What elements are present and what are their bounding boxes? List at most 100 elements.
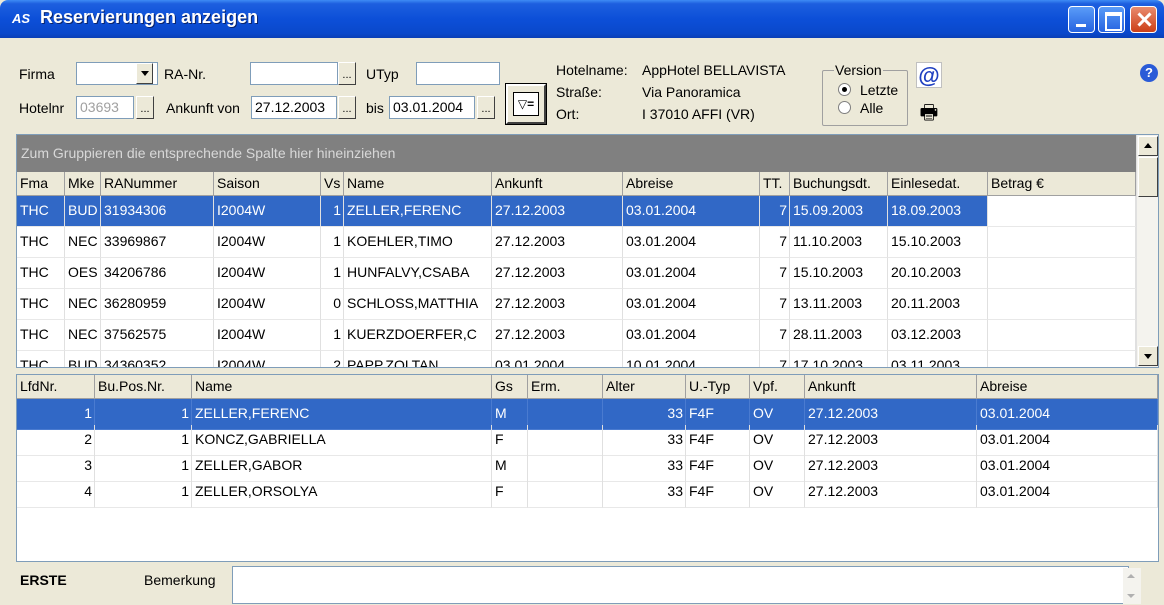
table-row[interactable]: THC BUD 31934306 I2004W 1 ZELLER,FERENC 27.12.… xyxy=(17,196,1136,227)
minimize-button[interactable] xyxy=(1068,6,1095,33)
table-row[interactable]: 4 1 ZELLER,ORSOLYA F 33 F4F OV 27.12.2003 03.01.… xyxy=(17,477,1158,508)
radio-letzte-label[interactable]: Letzte xyxy=(860,82,898,98)
funnel-icon: ▽= xyxy=(513,92,539,116)
hotelnr-browse-button[interactable]: ... xyxy=(136,96,154,119)
bis-input[interactable]: 03.01.2004 xyxy=(389,96,475,119)
column-header-alter[interactable]: Alter xyxy=(603,375,686,399)
persons-grid[interactable]: LfdNr. Bu.Pos.Nr. Name Gs Erm. Alter U.-Typ Vpf… xyxy=(16,374,1159,562)
column-header-name[interactable]: Name xyxy=(192,375,492,399)
ranr-browse-button[interactable]: ... xyxy=(338,62,356,85)
cell-fma: THC xyxy=(17,289,65,320)
cell-ranummer: 34206786 xyxy=(101,258,214,289)
cell-abreise: 03.01.2004 xyxy=(623,258,760,289)
table-row[interactable]: THC NEC 36280959 I2004W 0 SCHLOSS,MATTHIA 27.1… xyxy=(17,289,1136,320)
ranr-label: RA-Nr. xyxy=(164,66,206,82)
status-label: ERSTE xyxy=(20,572,67,588)
cell-ranummer: 34360352 xyxy=(101,351,214,367)
cell-vs: 1 xyxy=(321,196,344,227)
maximize-button[interactable] xyxy=(1098,6,1125,33)
cell-abreise: 03.01.2004 xyxy=(623,196,760,227)
column-header-u-typ[interactable]: U.-Typ xyxy=(686,375,750,399)
column-header-name[interactable]: Name xyxy=(344,172,492,196)
table-row[interactable]: THC NEC 33969867 I2004W 1 KOEHLER,TIMO 27.12.2… xyxy=(17,227,1136,258)
cell-mke: NEC xyxy=(65,227,101,258)
cell-ranummer: 37562575 xyxy=(101,320,214,351)
cell-bu-pos-nr: 1 xyxy=(95,477,192,508)
bemerkung-scrollbar[interactable] xyxy=(1123,568,1141,604)
strasse-value: Via Panoramica xyxy=(642,84,741,100)
utyp-input[interactable] xyxy=(416,62,500,85)
cell-ranummer: 36280959 xyxy=(101,289,214,320)
cell-tt: 7 xyxy=(760,258,790,289)
column-header-saison[interactable]: Saison xyxy=(214,172,321,196)
cell-name: ZELLER,FERENC xyxy=(344,196,492,227)
printer-icon[interactable]: 🖶 xyxy=(916,100,942,126)
column-header-abreise[interactable]: Abreise xyxy=(623,172,760,196)
cell-buchungsdt: 15.10.2003 xyxy=(790,258,888,289)
column-header-lfdnr[interactable]: LfdNr. xyxy=(17,375,95,399)
column-header-fma[interactable]: Fma xyxy=(17,172,65,196)
column-header-abreise[interactable]: Abreise xyxy=(977,375,1158,399)
cell-tt: 7 xyxy=(760,320,790,351)
column-header-gs[interactable]: Gs xyxy=(492,375,528,399)
cell-mke: NEC xyxy=(65,289,101,320)
radio-alle[interactable] xyxy=(838,101,851,114)
column-header-vs[interactable]: Vs xyxy=(321,172,344,196)
ankunft-von-browse-button[interactable]: ... xyxy=(338,96,356,119)
cell-name: KOEHLER,TIMO xyxy=(344,227,492,258)
column-header-mke[interactable]: Mke xyxy=(65,172,101,196)
table-row[interactable]: THC OES 34206786 I2004W 1 HUNFALVY,CSABA 27.12… xyxy=(17,258,1136,289)
reservations-grid[interactable]: Zum Gruppieren die entsprechende Spalte … xyxy=(16,134,1159,368)
cell-ankunft: 27.12.2003 xyxy=(492,196,623,227)
bis-browse-button[interactable]: ... xyxy=(477,96,495,119)
table-row[interactable]: THC BUD 34360352 I2004W 2 PAPP,ZOLTAN 03.01.20… xyxy=(17,351,1136,367)
cell-name: SCHLOSS,MATTHIA xyxy=(344,289,492,320)
close-button[interactable] xyxy=(1130,6,1157,33)
cell-saison: I2004W xyxy=(214,196,321,227)
cell-mke: BUD xyxy=(65,351,101,367)
radio-letzte[interactable] xyxy=(838,83,851,96)
version-legend: Version xyxy=(834,62,883,78)
cell-saison: I2004W xyxy=(214,320,321,351)
help-icon[interactable]: ? xyxy=(1140,64,1158,82)
column-header-ranummer[interactable]: RANummer xyxy=(101,172,214,196)
cell-tt: 7 xyxy=(760,196,790,227)
column-header-betrag[interactable]: Betrag € xyxy=(988,172,1136,196)
column-header-ankunft[interactable]: Ankunft xyxy=(492,172,623,196)
column-header-einlesedat[interactable]: Einlesedat. xyxy=(888,172,988,196)
cell-vs: 0 xyxy=(321,289,344,320)
column-header-ankunft[interactable]: Ankunft xyxy=(805,375,977,399)
scroll-up-icon[interactable] xyxy=(1138,136,1158,156)
group-by-panel[interactable]: Zum Gruppieren die entsprechende Spalte … xyxy=(17,135,1136,172)
column-header-tt[interactable]: TT. xyxy=(760,172,790,196)
cell-name: HUNFALVY,CSABA xyxy=(344,258,492,289)
cell-betrag xyxy=(988,196,1136,227)
column-header-erm[interactable]: Erm. xyxy=(528,375,603,399)
cell-fma: THC xyxy=(17,320,65,351)
column-header-bu-pos-nr[interactable]: Bu.Pos.Nr. xyxy=(95,375,192,399)
bemerkung-textarea[interactable] xyxy=(232,566,1129,604)
ankunft-von-input[interactable]: 27.12.2003 xyxy=(251,96,337,119)
column-header-buchungsdt[interactable]: Buchungsdt. xyxy=(790,172,888,196)
cell-saison: I2004W xyxy=(214,227,321,258)
cell-erm xyxy=(528,477,603,508)
title-bar[interactable]: AS Reservierungen anzeigen xyxy=(0,0,1164,38)
reservations-scrollbar[interactable] xyxy=(1136,135,1158,367)
ranr-input[interactable] xyxy=(250,62,338,85)
chevron-down-icon[interactable] xyxy=(136,63,153,84)
cell-tt: 7 xyxy=(760,227,790,258)
email-icon[interactable]: @ xyxy=(916,62,942,88)
table-row[interactable]: THC NEC 37562575 I2004W 1 KUERZDOERFER,C 27.12… xyxy=(17,320,1136,351)
radio-alle-label[interactable]: Alle xyxy=(860,100,883,116)
scroll-down-icon[interactable] xyxy=(1138,346,1158,366)
cell-u-typ: F4F xyxy=(686,477,750,508)
column-header-vpf[interactable]: Vpf. xyxy=(750,375,805,399)
hotelname-value: AppHotel BELLAVISTA xyxy=(642,62,786,78)
filter-button[interactable]: ▽= xyxy=(505,83,547,125)
hotelnr-input[interactable]: 03693 xyxy=(76,96,134,119)
cell-fma: THC xyxy=(17,351,65,367)
bis-label: bis xyxy=(366,100,384,116)
cell-buchungsdt: 13.11.2003 xyxy=(790,289,888,320)
scroll-thumb[interactable] xyxy=(1138,157,1158,197)
cell-ankunft: 27.12.2003 xyxy=(492,289,623,320)
